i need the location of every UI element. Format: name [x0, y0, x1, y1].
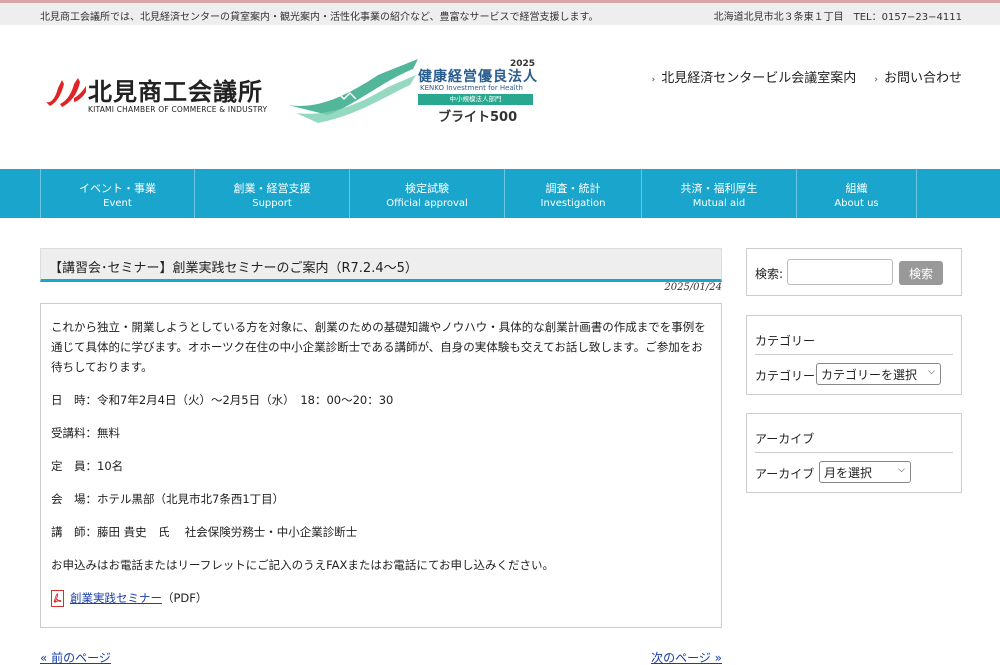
- category-label: カテゴリー: [755, 369, 816, 383]
- link-contact-label: お問い合わせ: [883, 71, 962, 86]
- post-capacity: 定 員：10名: [51, 459, 124, 473]
- nav-label-en: Support: [252, 198, 292, 209]
- pdf-suffix: （PDF）: [162, 591, 208, 605]
- nav-item-about[interactable]: 組織 About us: [796, 169, 916, 218]
- nav-item-event[interactable]: イベント・事業 Event: [40, 169, 194, 218]
- divider: [755, 452, 953, 453]
- post-body: これから独立・開業しようとしている方を対象に、創業のための基礎知識やノウハウ・具…: [40, 303, 722, 628]
- divider: [755, 354, 953, 355]
- nav-label-ja: 検定試験: [405, 182, 449, 195]
- header-links: › 北見経済センタービル会議室案内 › お問い合わせ: [638, 67, 962, 86]
- nav-label-en: Event: [103, 198, 132, 209]
- category-widget: カテゴリー カテゴリー カテゴリーを選択 ⌵: [746, 315, 962, 395]
- archive-widget: アーカイブ アーカイブ 月を選択 ⌵: [746, 413, 962, 493]
- link-contact[interactable]: › お問い合わせ: [874, 71, 962, 86]
- award-subtitle: KENKO Investment for Health: [420, 84, 523, 92]
- link-meeting-room-label: 北見経済センタービル会議室案内: [661, 71, 857, 86]
- site-description: 北見商工会議所では、北見経済センターの貸室案内・観光案内・活性化事業の紹介など、…: [40, 12, 599, 23]
- chamber-logo-icon: [46, 78, 86, 107]
- pdf-link[interactable]: 創業実践セミナー: [70, 588, 162, 608]
- post-title: 【講習会･セミナー】創業実践セミナーのご案内（R7.2.4〜5）: [49, 261, 418, 276]
- nav-label-ja: 共済・福利厚生: [680, 182, 758, 195]
- post-venue: 会 場：ホテル黒部（北見市北7条西1丁目）: [51, 492, 285, 506]
- nav-label-en: Mutual aid: [692, 198, 746, 209]
- link-meeting-room[interactable]: › 北見経済センタービル会議室案内: [652, 71, 857, 86]
- main-nav: イベント・事業 Event 創業・経営支援 Support 検定試験 Offic…: [0, 169, 1000, 218]
- chevron-right-icon: ›: [651, 75, 656, 85]
- pdf-attachment: 創業実践セミナー （PDF）: [51, 588, 711, 608]
- archive-label: アーカイブ: [755, 467, 815, 481]
- award-band: 中小規模法人部門: [418, 94, 533, 105]
- next-page-link[interactable]: 次のページ »: [651, 649, 722, 665]
- chevron-down-icon: ⌵: [898, 465, 905, 475]
- nav-label-ja: イベント・事業: [79, 182, 156, 195]
- post-apply: お申込みはお電話またはリーフレットにご記入のうえFAXまたはお電話にてお申し込み…: [51, 558, 555, 572]
- nav-item-investigation[interactable]: 調査・統計 Investigation: [504, 169, 641, 218]
- nav-item-approval[interactable]: 検定試験 Official approval: [349, 169, 504, 218]
- nav-label-ja: 調査・統計: [545, 182, 601, 195]
- search-input[interactable]: [787, 259, 893, 285]
- nav-label-ja: 創業・経営支援: [233, 182, 311, 195]
- category-select[interactable]: カテゴリーを選択 ⌵: [816, 363, 941, 385]
- post-date: 2025/01/24: [664, 282, 722, 293]
- archive-select[interactable]: 月を選択 ⌵: [819, 461, 911, 483]
- post-schedule: 日 時：令和7年2月4日（火）〜2月5日（水） 18：00〜20：30: [51, 393, 394, 407]
- site-logo[interactable]: 北見商工会議所 KITAMI CHAMBER OF COMMERCE & IND…: [44, 72, 274, 120]
- nav-item-support[interactable]: 創業・経営支援 Support: [194, 169, 349, 218]
- nav-label-ja: 組織: [845, 182, 868, 195]
- post-fee: 受講料：無料: [51, 426, 120, 440]
- award-title: 健康経営優良法人: [418, 69, 538, 85]
- post-intro: これから独立・開業しようとしている方を対象に、創業のための基礎知識やノウハウ・具…: [51, 320, 706, 374]
- logo-name: 北見商工会議所: [88, 78, 263, 106]
- archive-title: アーカイブ: [755, 432, 815, 446]
- chevron-down-icon: ⌵: [928, 367, 935, 377]
- top-info-bar: 北見商工会議所では、北見経済センターの貸室案内・観光案内・活性化事業の紹介など、…: [0, 0, 1000, 25]
- award-wave-icon: [288, 59, 418, 123]
- chevron-right-icon: ›: [874, 75, 878, 85]
- search-button[interactable]: 検索: [899, 261, 943, 285]
- logo-english: KITAMI CHAMBER OF COMMERCE & INDUSTRY: [88, 105, 268, 114]
- health-award-badge: 2025 健康経営優良法人 KENKO Investment for Healt…: [288, 55, 538, 127]
- post-header: 【講習会･セミナー】創業実践セミナーのご案内（R7.2.4〜5）: [40, 248, 722, 282]
- award-rank: ブライト500: [438, 110, 518, 125]
- contact-address: 北海道北見市北３条東１丁目 TEL：0157−23−4111: [713, 12, 962, 23]
- nav-divider: [916, 169, 917, 218]
- nav-label-en: Official approval: [386, 198, 468, 209]
- pdf-icon: [51, 589, 64, 607]
- search-widget: 検索: 検索: [746, 248, 962, 296]
- prev-page-link[interactable]: « 前のページ: [40, 649, 111, 665]
- post-lecturer: 講 師：藤田 貴史 氏 社会保険労務士・中小企業診断士: [51, 525, 358, 539]
- search-label: 検索:: [755, 267, 784, 281]
- nav-label-en: Investigation: [540, 198, 606, 209]
- archive-selected: 月を選択: [824, 466, 873, 480]
- category-title: カテゴリー: [755, 334, 816, 348]
- category-selected: カテゴリーを選択: [821, 368, 918, 382]
- nav-item-mutual-aid[interactable]: 共済・福利厚生 Mutual aid: [641, 169, 796, 218]
- nav-label-en: About us: [834, 198, 879, 209]
